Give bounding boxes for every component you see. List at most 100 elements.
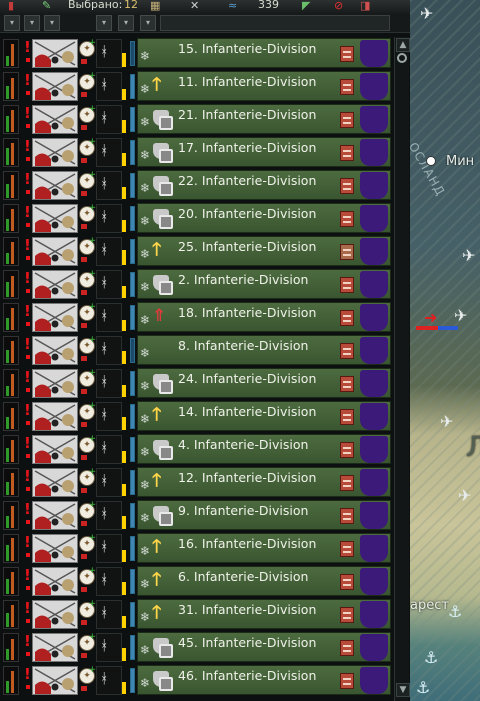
upgrade-icon[interactable]: ◤ <box>302 0 310 12</box>
division-row[interactable]: ! ✦ + ᚼ ❄ 🡑 12. Infanterie-Division <box>0 466 392 497</box>
filter-dropdown-icon[interactable]: ▾ <box>140 15 156 31</box>
equipment-icon[interactable] <box>340 574 354 590</box>
division-row[interactable]: ! ✦ + ᚼ ❄ 4. Infanterie-Division <box>0 433 392 464</box>
equipment-icon[interactable] <box>340 310 354 326</box>
division-panel[interactable]: ❄ 🡑 12. Infanterie-Division <box>137 467 391 497</box>
airplane-icon[interactable]: ✈ <box>462 248 475 264</box>
anchor-icon[interactable]: ⚓ <box>416 680 430 696</box>
scroll-down-button[interactable]: ▼ <box>396 683 410 697</box>
equipment-icon[interactable] <box>340 640 354 656</box>
equipment-icon[interactable] <box>340 79 354 95</box>
division-panel[interactable]: ❄ 9. Infanterie-Division <box>137 500 391 530</box>
anchor-icon[interactable]: ⚓ <box>448 604 462 620</box>
exit-icon[interactable]: ◨ <box>360 0 370 12</box>
division-panel[interactable]: ❄ 🡑 16. Infanterie-Division <box>137 533 391 563</box>
nation-flag-icon[interactable] <box>360 139 388 166</box>
filter-name-bar[interactable] <box>160 15 390 31</box>
split-icon[interactable]: ✕ <box>190 0 199 12</box>
division-panel[interactable]: ❄ 🡑 6. Infanterie-Division <box>137 566 391 596</box>
equipment-icon[interactable] <box>340 277 354 293</box>
division-panel[interactable]: ❄ 20. Infanterie-Division <box>137 203 391 233</box>
nation-flag-icon[interactable] <box>360 172 388 199</box>
equipment-icon[interactable] <box>340 607 354 623</box>
division-panel[interactable]: ❄ 🡑 11. Infanterie-Division <box>137 71 391 101</box>
division-row[interactable]: ! ✦ + ᚼ ❄ 20. Infanterie-Division <box>0 202 392 233</box>
equipment-icon[interactable] <box>340 112 354 128</box>
nation-flag-icon[interactable] <box>360 667 388 694</box>
division-row[interactable]: ! ✦ + ᚼ ❄ 45. Infanterie-Division <box>0 631 392 662</box>
filter-dropdown-icon[interactable]: ▾ <box>24 15 40 31</box>
unit-counter-icon[interactable]: ➜ <box>414 310 460 332</box>
equipment-icon[interactable] <box>340 409 354 425</box>
division-row[interactable]: ! ✦ + ᚼ ❄ 2. Infanterie-Division <box>0 268 392 299</box>
filter-dropdown-icon[interactable]: ▾ <box>4 15 20 31</box>
map-view[interactable]: ✈ ОСЛАНД Мин ✈ ✈ ➜ Л ✈ ✈ арест ⚓ ⚓ ⚓ <box>410 0 480 701</box>
delete-icon[interactable]: ▮ <box>8 0 14 12</box>
division-row[interactable]: ! ✦ + ᚼ ❄ 🡑 11. Infanterie-Division <box>0 70 392 101</box>
nation-flag-icon[interactable] <box>360 502 388 529</box>
nation-flag-icon[interactable] <box>360 634 388 661</box>
division-panel[interactable]: ❄ 45. Infanterie-Division <box>137 632 391 662</box>
division-panel[interactable]: ❄ 2. Infanterie-Division <box>137 269 391 299</box>
nation-flag-icon[interactable] <box>360 535 388 562</box>
equipment-icon[interactable] <box>340 244 354 260</box>
nation-flag-icon[interactable] <box>360 106 388 133</box>
nation-flag-icon[interactable] <box>360 403 388 430</box>
division-panel[interactable]: ❄ 🡑 25. Infanterie-Division <box>137 236 391 266</box>
division-row[interactable]: ! ✦ + ᚼ ❄ 17. Infanterie-Division <box>0 136 392 167</box>
division-panel[interactable]: ❄ 15. Infanterie-Division <box>137 38 391 68</box>
division-row[interactable]: ! ✦ + ᚼ ❄ 8. Infanterie-Division <box>0 334 392 365</box>
division-row[interactable]: ! ✦ + ᚼ ❄ 22. Infanterie-Division <box>0 169 392 200</box>
division-panel[interactable]: ❄ 21. Infanterie-Division <box>137 104 391 134</box>
filter-dropdown-icon[interactable]: ▾ <box>96 15 112 31</box>
division-panel[interactable]: ❄ 4. Infanterie-Division <box>137 434 391 464</box>
division-panel[interactable]: ❄ 24. Infanterie-Division <box>137 368 391 398</box>
division-panel[interactable]: ❄ 🡑 31. Infanterie-Division <box>137 599 391 629</box>
nation-flag-icon[interactable] <box>360 469 388 496</box>
cancel-icon[interactable]: ⊘ <box>334 0 343 12</box>
equipment-icon[interactable] <box>340 211 354 227</box>
city-marker[interactable] <box>426 156 436 166</box>
equipment-icon[interactable] <box>340 376 354 392</box>
equipment-icon[interactable] <box>340 46 354 62</box>
equipment-icon[interactable] <box>340 145 354 161</box>
division-row[interactable]: ! ✦ + ᚼ ❄ 🡑 16. Infanterie-Division <box>0 532 392 563</box>
division-row[interactable]: ! ✦ + ᚼ ❄ 🡑 25. Infanterie-Division <box>0 235 392 266</box>
equipment-icon[interactable] <box>340 343 354 359</box>
division-panel[interactable]: ❄ 🡑 14. Infanterie-Division <box>137 401 391 431</box>
scroll-up-button[interactable]: ▲ <box>396 38 410 52</box>
nation-flag-icon[interactable] <box>360 40 388 67</box>
equipment-icon[interactable] <box>340 178 354 194</box>
anchor-icon[interactable]: ⚓ <box>424 650 438 666</box>
nation-flag-icon[interactable] <box>360 568 388 595</box>
equipment-icon[interactable] <box>340 442 354 458</box>
division-panel[interactable]: ❄ ⇑ 18. Infanterie-Division <box>137 302 391 332</box>
division-panel[interactable]: ❄ 22. Infanterie-Division <box>137 170 391 200</box>
equipment-icon[interactable] <box>340 475 354 491</box>
nation-flag-icon[interactable] <box>360 73 388 100</box>
equipment-icon[interactable] <box>340 541 354 557</box>
airplane-icon[interactable]: ✈ <box>458 488 471 504</box>
division-row[interactable]: ! ✦ + ᚼ ❄ 🡑 14. Infanterie-Division <box>0 400 392 431</box>
nation-flag-icon[interactable] <box>360 238 388 265</box>
division-row[interactable]: ! ✦ + ᚼ ❄ 46. Infanterie-Division <box>0 664 392 695</box>
nation-flag-icon[interactable] <box>360 304 388 331</box>
nation-flag-icon[interactable] <box>360 271 388 298</box>
equipment-icon[interactable] <box>340 508 354 524</box>
template-icon[interactable]: ▦ <box>150 0 160 12</box>
division-panel[interactable]: ❄ 17. Infanterie-Division <box>137 137 391 167</box>
division-panel[interactable]: ❄ 46. Infanterie-Division <box>137 665 391 695</box>
division-row[interactable]: ! ✦ + ᚼ ❄ 15. Infanterie-Division <box>0 37 392 68</box>
division-row[interactable]: ! ✦ + ᚼ ❄ 🡑 31. Infanterie-Division <box>0 598 392 629</box>
division-panel[interactable]: ❄ 8. Infanterie-Division <box>137 335 391 365</box>
nation-flag-icon[interactable] <box>360 337 388 364</box>
scroll-thumb[interactable] <box>397 53 407 63</box>
filter-dropdown-icon[interactable]: ▾ <box>44 15 60 31</box>
division-row[interactable]: ! ✦ + ᚼ ❄ 🡑 6. Infanterie-Division <box>0 565 392 596</box>
division-row[interactable]: ! ✦ + ᚼ ❄ 21. Infanterie-Division <box>0 103 392 134</box>
equipment-icon[interactable] <box>340 673 354 689</box>
nation-flag-icon[interactable] <box>360 436 388 463</box>
airplane-icon[interactable]: ✈ <box>440 414 453 430</box>
division-row[interactable]: ! ✦ + ᚼ ❄ 24. Infanterie-Division <box>0 367 392 398</box>
nation-flag-icon[interactable] <box>360 370 388 397</box>
